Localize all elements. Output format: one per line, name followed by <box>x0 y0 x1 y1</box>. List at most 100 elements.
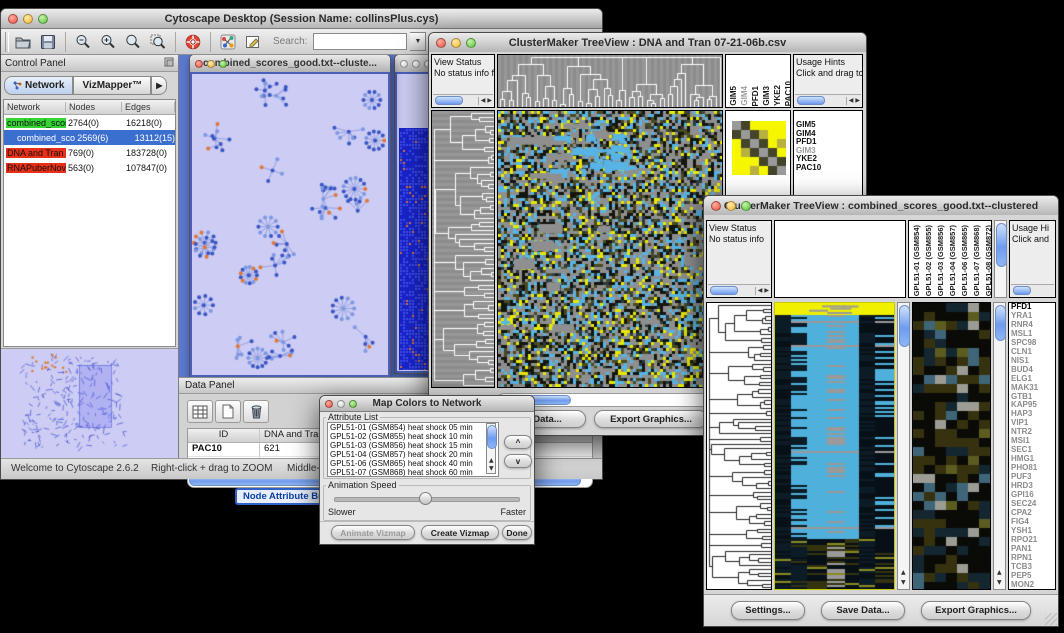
column-network[interactable]: Network <box>4 102 66 112</box>
row-dendrogram[interactable] <box>431 110 495 388</box>
column-nodes[interactable]: Nodes <box>66 102 122 112</box>
column-id[interactable]: ID <box>188 429 260 442</box>
usage-hints-scrollbar[interactable]: ◀▶ <box>795 94 861 106</box>
minimize-icon[interactable] <box>207 60 215 68</box>
scroll-left-icon[interactable]: ◀ <box>758 287 763 295</box>
main-heatmap[interactable] <box>774 302 895 590</box>
scrollbar-thumb[interactable] <box>996 223 1007 267</box>
float-panel-icon[interactable] <box>164 57 174 70</box>
row-dendrogram-canvas[interactable] <box>707 303 771 589</box>
attribute-list[interactable]: GPL51-01 (GSM854) heat shock 05 minGPL51… <box>327 422 499 477</box>
network-view-window[interactable]: combined_scores_good.txt--cluste... <box>189 55 391 377</box>
zoom-selected-icon[interactable] <box>147 31 169 53</box>
column-dendrogram[interactable] <box>497 54 723 108</box>
create-vizmap-button[interactable]: Create Vizmap <box>421 525 499 540</box>
delete-attribute-icon[interactable] <box>243 400 269 423</box>
main-title-bar[interactable]: Cytoscape Desktop (Session Name: collins… <box>1 9 602 29</box>
scroll-up-icon[interactable]: ▲ <box>997 569 1002 577</box>
open-folder-icon[interactable] <box>12 31 34 53</box>
close-icon[interactable] <box>195 60 203 68</box>
scrollbar-thumb[interactable] <box>1013 286 1031 295</box>
slider-thumb[interactable] <box>419 492 432 505</box>
minimize-icon[interactable] <box>337 400 345 408</box>
network-table-header[interactable]: Network Nodes Edges <box>4 100 175 115</box>
zoom-fit-icon[interactable] <box>122 31 144 53</box>
network-row[interactable]: RNAPuberNov2+ 563(0) 107847(0) <box>4 160 175 175</box>
search-input[interactable] <box>313 33 407 50</box>
treeview2-title-bar[interactable]: ClusterMaker TreeView : combined_scores_… <box>704 196 1058 216</box>
attribute-item[interactable]: GPL51-07 (GSM868) heat shock 60 min <box>328 468 498 477</box>
network-window-title-bar[interactable]: combined_scores_good.txt--cluste... <box>190 55 390 73</box>
scroll-down-icon[interactable]: ▼ <box>997 579 1002 587</box>
minimize-icon[interactable] <box>726 201 736 211</box>
tab-vizmapper[interactable]: VizMapper™ <box>73 76 151 95</box>
zoom-out-icon[interactable] <box>72 31 94 53</box>
help-ring-icon[interactable] <box>182 31 204 53</box>
row-dendrogram-canvas[interactable] <box>432 111 494 387</box>
move-up-button[interactable]: ^ <box>504 435 532 449</box>
scroll-right-icon[interactable]: ▶ <box>855 97 860 105</box>
scroll-left-icon[interactable]: ◀ <box>481 97 486 105</box>
attribute-item[interactable]: GPL51-04 (GSM857) heat shock 20 min <box>328 450 498 459</box>
network-overview[interactable] <box>1 348 178 459</box>
close-icon[interactable] <box>400 60 408 68</box>
network-row-selected[interactable]: combined_sco 2569(6) 13112(15) <box>4 130 175 145</box>
main-heatmap-canvas[interactable] <box>498 111 722 387</box>
zoom-window-icon[interactable] <box>349 400 357 408</box>
zoom-window-icon[interactable] <box>741 201 751 211</box>
zoom-window-icon[interactable] <box>466 38 476 48</box>
close-icon[interactable] <box>711 201 721 211</box>
export-graphics-button[interactable]: Export Graphics... <box>921 601 1031 620</box>
settings-button[interactable]: Settings... <box>731 601 805 620</box>
scroll-down-icon[interactable]: ▼ <box>489 465 494 473</box>
scrollbar-thumb[interactable] <box>487 425 497 449</box>
minimize-icon[interactable] <box>412 60 420 68</box>
annotation-icon[interactable] <box>242 31 264 53</box>
tab-overflow-button[interactable]: ▶ <box>151 76 167 95</box>
save-icon[interactable] <box>37 31 59 53</box>
new-attribute-icon[interactable] <box>215 400 241 423</box>
attribute-item[interactable]: GPL51-01 (GSM854) heat shock 05 min <box>328 423 498 432</box>
network-overview-canvas[interactable] <box>1 349 175 457</box>
done-button[interactable]: Done <box>502 525 532 540</box>
scroll-up-icon[interactable]: ▲ <box>489 457 494 465</box>
detail-heatmap[interactable] <box>912 302 991 590</box>
zoom-window-icon[interactable] <box>219 60 227 68</box>
search-dropdown-button[interactable]: ▼ <box>410 32 426 51</box>
scroll-left-icon[interactable]: ◀ <box>849 97 854 105</box>
zoom-in-icon[interactable] <box>97 31 119 53</box>
attribute-list-scrollbar[interactable]: ▲ ▼ <box>486 423 496 474</box>
column-edges[interactable]: Edges <box>122 102 175 112</box>
detail-vscrollbar[interactable]: ▲ ▼ <box>993 302 1006 590</box>
attribute-item[interactable]: GPL51-02 (GSM855) heat shock 10 min <box>328 432 498 441</box>
scroll-right-icon[interactable]: ▶ <box>764 287 769 295</box>
network-view[interactable] <box>190 72 390 377</box>
column-dendrogram-canvas[interactable] <box>498 55 722 107</box>
resize-grip[interactable] <box>1045 613 1057 625</box>
network-row[interactable]: combined_scores 2764(0) 16218(0) <box>4 115 175 130</box>
scroll-down-icon[interactable]: ▼ <box>901 579 906 587</box>
minimize-icon[interactable] <box>451 38 461 48</box>
close-icon[interactable] <box>436 38 446 48</box>
scrollbar-thumb[interactable] <box>899 305 910 347</box>
scrollbar-thumb[interactable] <box>995 305 1006 341</box>
save-data-button[interactable]: Save Data... <box>821 601 905 620</box>
main-heatmap-canvas[interactable] <box>775 303 894 589</box>
tab-network[interactable]: Network <box>4 76 73 95</box>
detail-matrix-canvas[interactable] <box>732 121 786 175</box>
scrollbar-thumb[interactable] <box>710 286 738 295</box>
heatmap-vscrollbar[interactable]: ▲ ▼ <box>897 302 910 590</box>
dialog-title-bar[interactable]: Map Colors to Network <box>320 396 534 412</box>
animate-vizmap-button[interactable]: Animate Vizmap <box>331 525 415 540</box>
view-status-scrollbar[interactable]: ◀▶ <box>708 284 770 296</box>
detail-heatmap-canvas[interactable] <box>913 303 990 589</box>
network-view-canvas[interactable] <box>192 74 386 373</box>
scrollbar-thumb[interactable] <box>797 96 825 105</box>
scrollbar-thumb[interactable] <box>435 96 463 105</box>
treeview1-title-bar[interactable]: ClusterMaker TreeView : DNA and Tran 07-… <box>429 33 866 53</box>
attribute-item[interactable]: GPL51-06 (GSM865) heat shock 40 min <box>328 459 498 468</box>
export-graphics-button[interactable]: Export Graphics... <box>594 410 708 428</box>
usage-hints-scrollbar[interactable] <box>1011 284 1054 296</box>
main-heatmap[interactable] <box>497 110 723 388</box>
view-status-scrollbar[interactable]: ◀▶ <box>433 94 493 106</box>
